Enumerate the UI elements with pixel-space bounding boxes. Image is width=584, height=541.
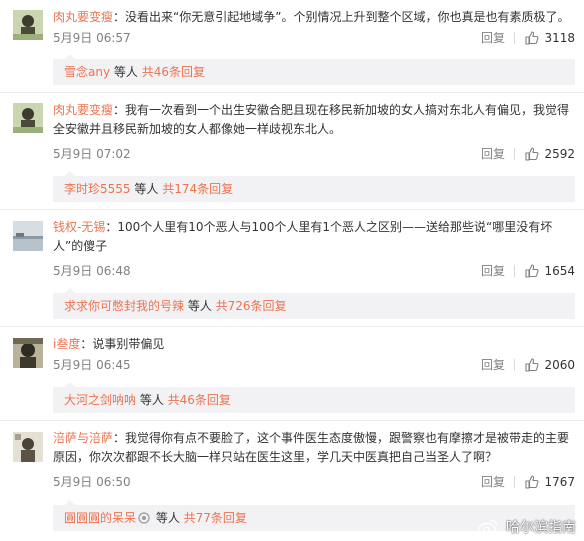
avatar[interactable] — [13, 103, 43, 133]
like-button[interactable]: 1767 — [523, 474, 575, 490]
reply-username[interactable]: 李时珍5555 — [64, 182, 131, 196]
avatar[interactable] — [13, 432, 43, 462]
comment-text: 钱权-无锡：100个人里有10个恶人与100个人里有1个恶人之区别——送给那些说… — [53, 218, 575, 256]
meta-divider — [514, 32, 515, 44]
comment-meta: 5月9日 07:02 回复 2592 — [53, 146, 575, 162]
reply-button[interactable]: 回复 — [481, 357, 505, 373]
watermark-text: 哈尔滨指南 — [506, 520, 576, 536]
comment-timestamp: 5月9日 06:48 — [53, 264, 131, 278]
reply-button[interactable]: 回复 — [481, 146, 505, 162]
comment-username[interactable]: i叁度 — [53, 337, 80, 351]
avatar[interactable] — [13, 338, 43, 368]
comment-text: i叁度：说事别带偏见 — [53, 335, 575, 354]
like-count: 1767 — [544, 475, 575, 489]
comment-timestamp: 5月9日 06:45 — [53, 358, 131, 372]
reply-username[interactable]: 圓圓圓的呆呆 — [64, 511, 136, 525]
comment-meta: 5月9日 06:45 回复 2060 — [53, 357, 575, 373]
weibo-logo-icon — [477, 520, 497, 535]
reply-connector: 等人 — [152, 511, 184, 525]
comment-meta: 5月9日 06:48 回复 1654 — [53, 263, 575, 279]
reply-username[interactable]: 大河之剑呐呐 — [64, 393, 136, 407]
reply-button[interactable]: 回复 — [481, 263, 505, 279]
comment-timestamp: 5月9日 06:57 — [53, 31, 131, 45]
comment-text: 肉丸要变瘦：我有一次看到一个出生安徽合肥且现在移民新加坡的女人搞对东北人有偏见，… — [53, 101, 575, 139]
comment-username[interactable]: 肉丸要变瘦 — [53, 10, 113, 24]
like-count: 2592 — [544, 147, 575, 161]
reply-connector: 等人 — [130, 182, 163, 196]
reply-summary[interactable]: 雪念any 等人 共46条回复 — [53, 54, 575, 85]
reply-username[interactable]: 雪念any — [64, 65, 110, 79]
comment-meta: 5月9日 06:57 回复 3118 — [53, 30, 575, 46]
reply-summary[interactable]: 李时珍5555 等人 共174条回复 — [53, 171, 575, 202]
reply-connector: 等人 — [184, 299, 216, 313]
thumbs-up-icon — [525, 147, 539, 161]
divider — [0, 92, 584, 93]
reply-button[interactable]: 回复 — [481, 30, 505, 46]
reply-connector: 等人 — [136, 393, 168, 407]
comment-timestamp: 5月9日 06:50 — [53, 475, 131, 489]
meta-divider — [514, 476, 515, 488]
comment-username[interactable]: 钱权-无锡 — [53, 220, 105, 234]
meta-divider — [514, 359, 515, 371]
meta-divider — [514, 148, 515, 160]
reply-button[interactable]: 回复 — [481, 474, 505, 490]
comment-body: ：我觉得你有点不要脸了，这个事件医生态度傲慢，跟警察也有摩擦才是被带走的主要原因… — [53, 431, 570, 464]
reply-username[interactable]: 求求你可憋封我的号辣 — [64, 299, 184, 313]
comment-text: 涪萨与涪萨：我觉得你有点不要脸了，这个事件医生态度傲慢，跟警察也有摩擦才是被带走… — [53, 429, 575, 467]
reply-count-link[interactable]: 共174条回复 — [162, 182, 233, 196]
comment-body: ：说事别带偏见 — [80, 337, 165, 351]
watermark: 哈尔滨指南 — [477, 517, 576, 536]
comment-body: ：100个人里有10个恶人与100个人里有1个恶人之区别——送给那些说“哪里没有… — [53, 220, 553, 253]
like-button[interactable]: 1654 — [523, 263, 575, 279]
divider — [0, 326, 584, 327]
like-count: 1654 — [544, 264, 575, 278]
comment-username[interactable]: 肉丸要变瘦 — [53, 103, 113, 117]
comment-timestamp: 5月9日 07:02 — [53, 147, 131, 161]
like-count: 2060 — [544, 358, 575, 372]
reply-count-link[interactable]: 共77条回复 — [184, 511, 247, 525]
like-button[interactable]: 2592 — [523, 146, 575, 162]
divider — [0, 420, 584, 421]
comment-body: ：没看出来“你无意引起地域争”。个别情况上升到整个区域，你也真是也有素质极了。 — [113, 10, 570, 24]
comment-username[interactable]: 涪萨与涪萨 — [53, 431, 113, 445]
divider — [0, 209, 584, 210]
like-button[interactable]: 3118 — [523, 30, 575, 46]
reply-count-link[interactable]: 共46条回复 — [142, 65, 205, 79]
thumbs-up-icon — [525, 358, 539, 372]
like-count: 3118 — [544, 31, 575, 45]
reply-summary[interactable]: 求求你可憋封我的号辣 等人 共726条回复 — [53, 288, 575, 319]
reply-count-link[interactable]: 共46条回复 — [168, 393, 231, 407]
reply-summary[interactable]: 大河之剑呐呐 等人 共46条回复 — [53, 382, 575, 413]
comment-text: 肉丸要变瘦：没看出来“你无意引起地域争”。个别情况上升到整个区域，你也真是也有素… — [53, 8, 575, 27]
reply-count-link[interactable]: 共726条回复 — [216, 299, 287, 313]
thumbs-up-icon — [525, 475, 539, 489]
avatar[interactable] — [13, 221, 43, 251]
thumbs-up-icon — [525, 31, 539, 45]
reply-connector: 等人 — [110, 65, 142, 79]
thumbs-up-icon — [525, 264, 539, 278]
like-button[interactable]: 2060 — [523, 357, 575, 373]
comment-body: ：我有一次看到一个出生安徽合肥且现在移民新加坡的女人搞对东北人有偏见，我觉得全安… — [53, 103, 570, 136]
meta-divider — [514, 265, 515, 277]
comment-meta: 5月9日 06:50 回复 1767 — [53, 474, 575, 490]
member-badge-icon — [138, 511, 150, 524]
avatar[interactable] — [13, 10, 43, 40]
